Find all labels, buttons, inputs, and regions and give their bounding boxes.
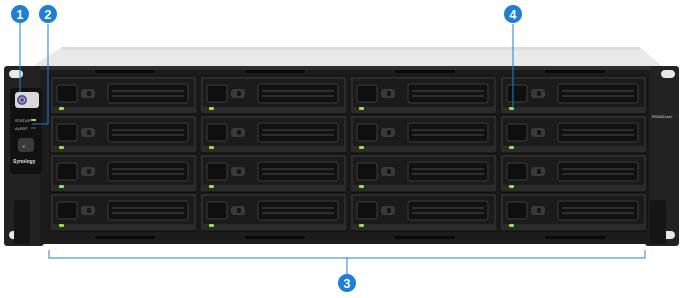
drive-tray[interactable] <box>49 153 198 193</box>
tray-handle[interactable] <box>407 122 489 143</box>
tray-handle[interactable] <box>407 83 489 104</box>
drive-status-indicator <box>209 224 214 227</box>
drive-status-indicator <box>59 224 64 227</box>
tray-latch[interactable] <box>206 84 228 103</box>
tray-handle[interactable] <box>557 83 639 104</box>
tray-latch[interactable] <box>356 123 378 142</box>
svg-text:2: 2 <box>44 7 51 22</box>
chassis-top-cover <box>30 47 664 68</box>
drive-status-indicator <box>59 107 64 110</box>
drive-tray[interactable] <box>199 192 348 232</box>
drive-tray[interactable] <box>499 192 648 232</box>
vent-slot <box>245 236 305 239</box>
callout-1: 1 <box>11 5 29 23</box>
svg-text:4: 4 <box>509 7 517 22</box>
drive-tray[interactable] <box>349 192 498 232</box>
drive-tray[interactable] <box>199 153 348 193</box>
drive-status-indicator <box>209 185 214 188</box>
drive-status-indicator <box>359 146 364 149</box>
control-panel: STATUS ALERT ✕ Synology <box>10 88 42 174</box>
status-led <box>31 119 36 121</box>
tray-handle[interactable] <box>257 161 339 182</box>
tray-latch[interactable] <box>506 123 528 142</box>
drive-tray[interactable] <box>499 153 648 193</box>
vent-slot <box>545 236 605 239</box>
tray-latch[interactable] <box>56 162 78 181</box>
tray-handle[interactable] <box>257 83 339 104</box>
drive-tray[interactable] <box>199 114 348 154</box>
vent-slot <box>95 236 155 239</box>
drive-tray[interactable] <box>49 75 198 115</box>
tray-latch[interactable] <box>206 162 228 181</box>
power-icon <box>17 95 27 105</box>
tray-handle[interactable] <box>107 83 189 104</box>
tray-latch[interactable] <box>356 162 378 181</box>
tray-latch[interactable] <box>506 162 528 181</box>
drive-status-indicator <box>359 185 364 188</box>
drive-tray[interactable] <box>199 75 348 115</box>
tray-handle[interactable] <box>257 122 339 143</box>
drive-tray[interactable] <box>499 75 648 115</box>
tray-latch[interactable] <box>56 123 78 142</box>
tray-latch[interactable] <box>56 84 78 103</box>
tray-handle[interactable] <box>107 122 189 143</box>
callout-3: 3 <box>338 274 356 292</box>
tray-handle[interactable] <box>107 161 189 182</box>
drive-status-indicator <box>509 146 514 149</box>
right-rack-ear <box>645 66 679 246</box>
drive-tray[interactable] <box>349 75 498 115</box>
brand-logo: Synology <box>13 159 36 165</box>
tray-handle[interactable] <box>557 122 639 143</box>
tray-latch[interactable] <box>506 84 528 103</box>
drive-status-indicator <box>209 107 214 110</box>
drive-status-indicator <box>359 224 364 227</box>
vent-slot <box>545 70 605 73</box>
drive-tray[interactable] <box>349 153 498 193</box>
drive-tray[interactable] <box>49 192 198 232</box>
vent-slot <box>395 236 455 239</box>
vent-slot <box>395 70 455 73</box>
drive-status-indicator <box>209 146 214 149</box>
vent-slot <box>245 70 305 73</box>
drive-status-indicator <box>359 107 364 110</box>
power-button[interactable] <box>15 92 39 108</box>
tray-handle[interactable] <box>407 161 489 182</box>
model-label: RS4021xs+ <box>652 114 673 119</box>
drive-status-indicator <box>59 185 64 188</box>
callout-2: 2 <box>39 5 57 23</box>
alert-label: ALERT <box>15 126 28 131</box>
tray-latch[interactable] <box>56 201 78 220</box>
drive-tray[interactable] <box>349 114 498 154</box>
alert-led <box>31 127 36 129</box>
nas-illustration: STATUS ALERT ✕ Synology RS4021xs+ 1 2 4 … <box>4 5 679 292</box>
tray-latch[interactable] <box>356 84 378 103</box>
drive-tray[interactable] <box>499 114 648 154</box>
tray-handle[interactable] <box>557 161 639 182</box>
tray-handle[interactable] <box>107 200 189 221</box>
tray-handle[interactable] <box>557 200 639 221</box>
callout-4: 4 <box>504 5 522 23</box>
drive-status-indicator <box>509 185 514 188</box>
drive-status-indicator <box>509 224 514 227</box>
tray-latch[interactable] <box>206 123 228 142</box>
tray-latch[interactable] <box>356 201 378 220</box>
status-label: STATUS <box>15 118 31 123</box>
drive-status-indicator <box>59 146 64 149</box>
drive-tray[interactable] <box>49 114 198 154</box>
tray-handle[interactable] <box>407 200 489 221</box>
svg-text:3: 3 <box>343 276 350 291</box>
tray-latch[interactable] <box>206 201 228 220</box>
tray-handle[interactable] <box>257 200 339 221</box>
tray-latch[interactable] <box>506 201 528 220</box>
beep-off-button[interactable]: ✕ <box>18 138 34 152</box>
vent-slot <box>95 70 155 73</box>
svg-text:1: 1 <box>16 7 23 22</box>
beep-off-icon: ✕ <box>22 144 25 149</box>
